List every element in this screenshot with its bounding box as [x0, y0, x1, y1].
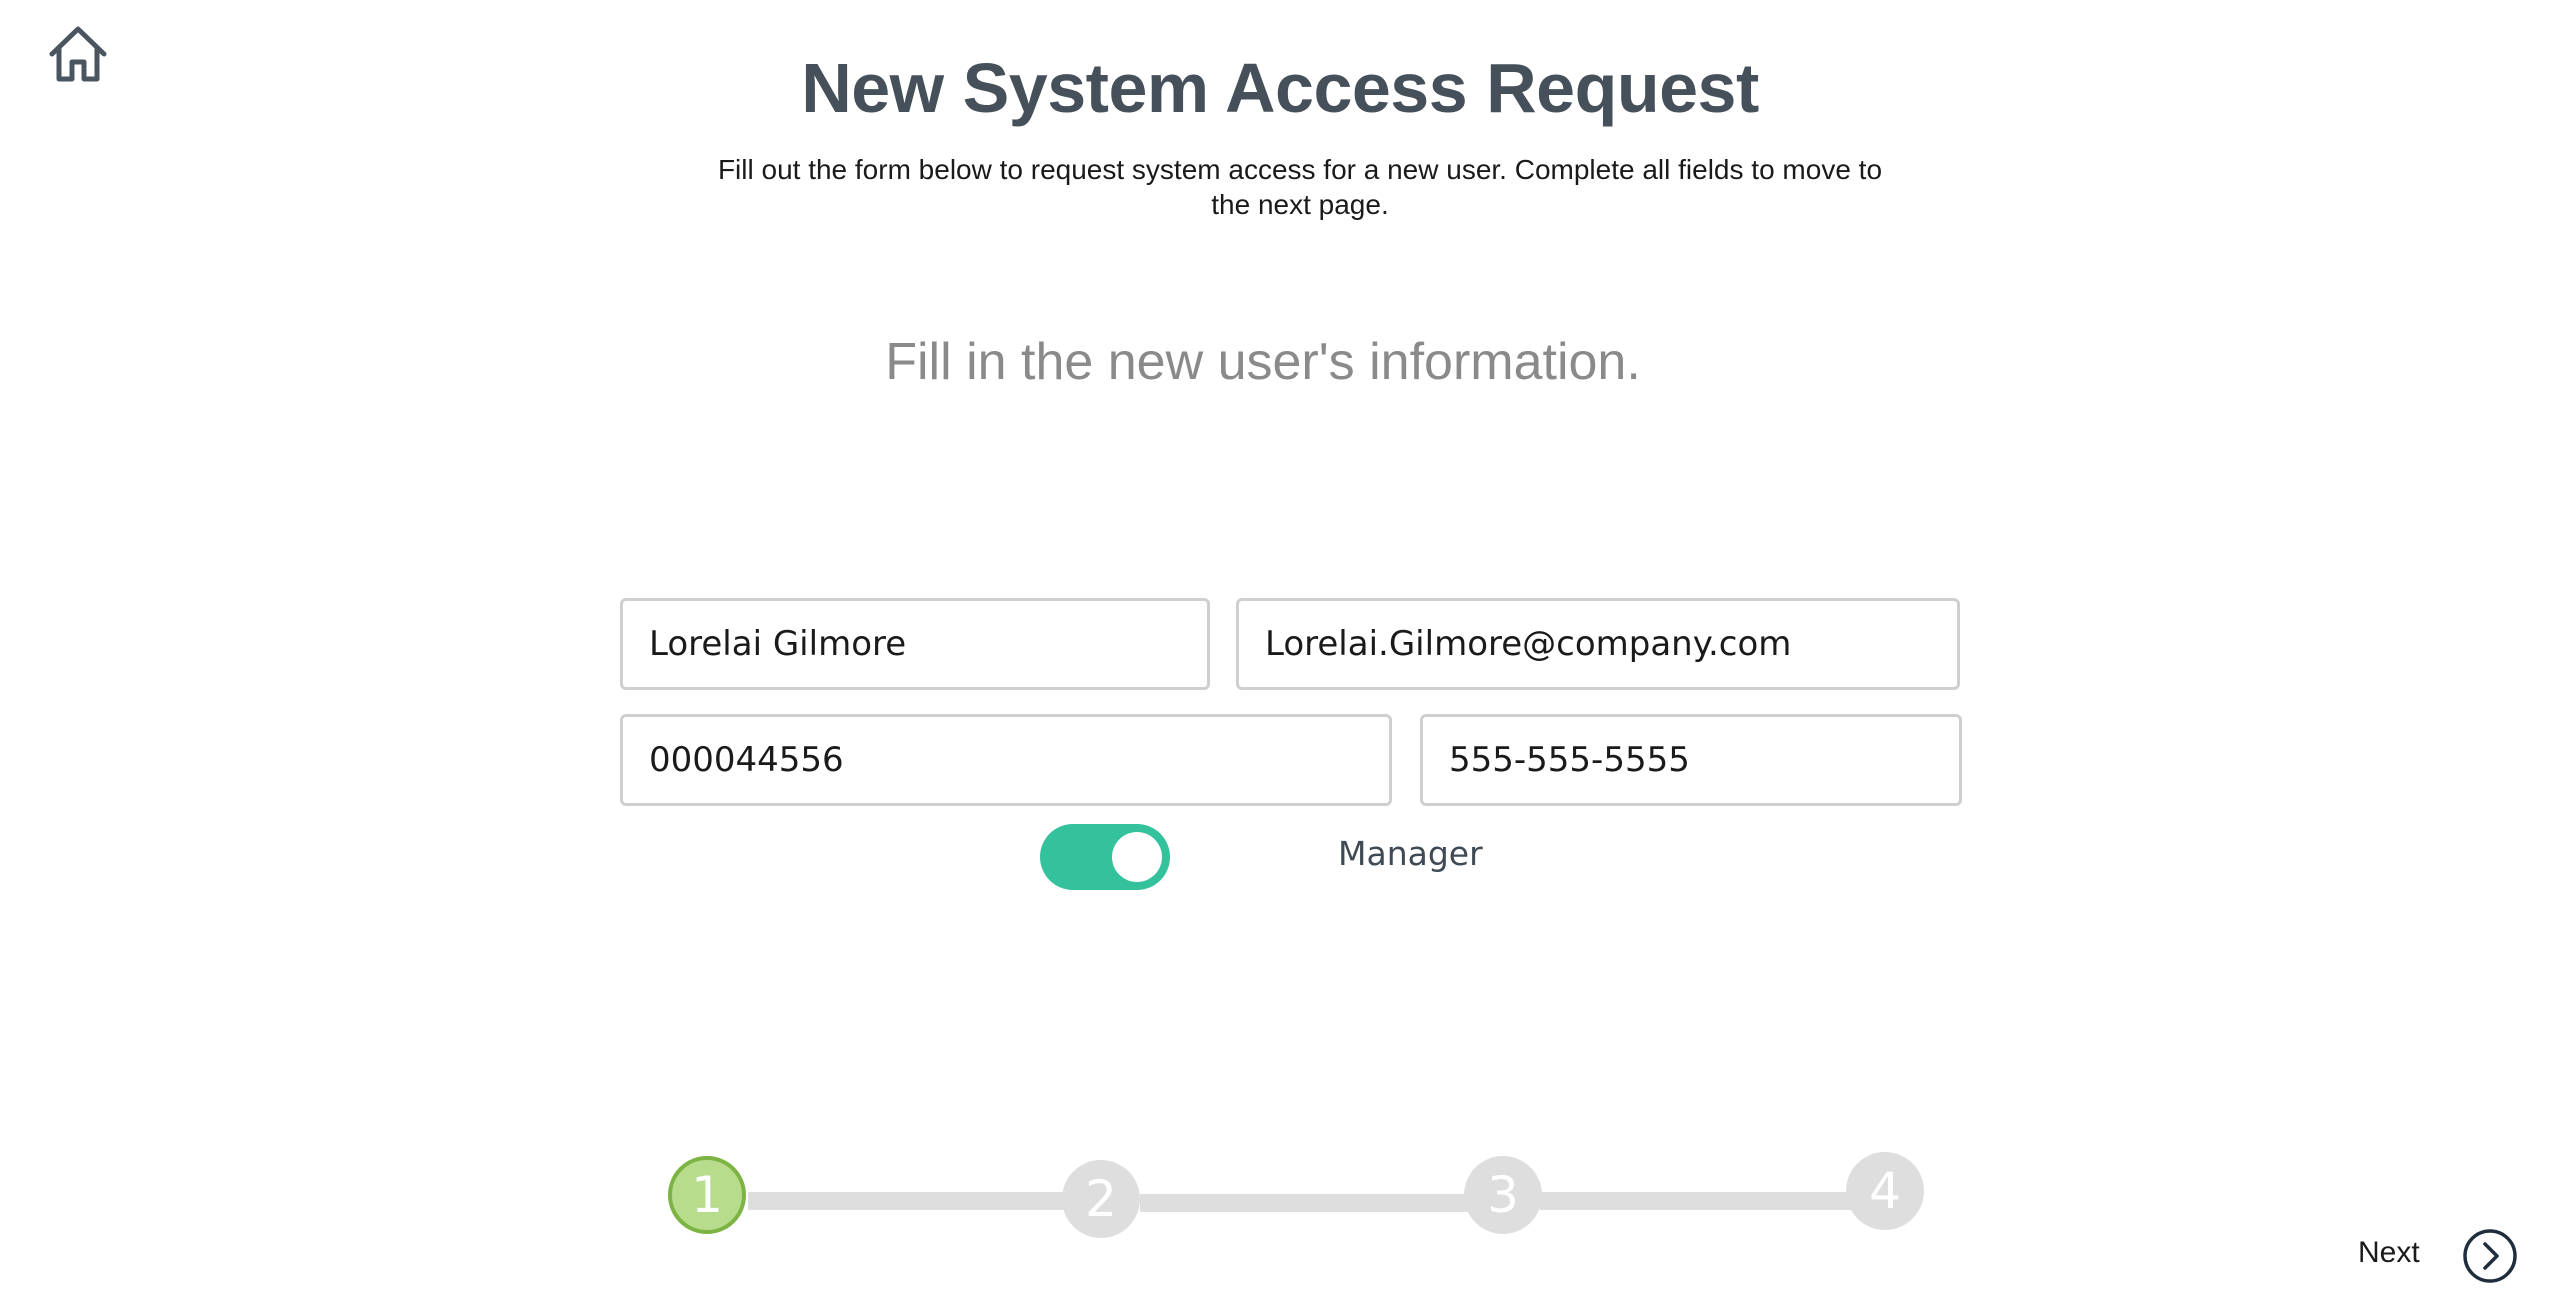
chevron-right-circle-icon — [2463, 1229, 2517, 1283]
next-button[interactable] — [2462, 1228, 2518, 1284]
full-name-input[interactable] — [620, 598, 1210, 690]
toggle-knob — [1112, 832, 1162, 882]
step-connector — [1140, 1194, 1470, 1212]
manager-toggle-label: Manager — [1338, 834, 1483, 873]
phone-input[interactable] — [1420, 714, 1962, 806]
step-connector — [748, 1192, 1068, 1210]
step-3[interactable]: 3 — [1464, 1156, 1542, 1234]
step-1[interactable]: 1 — [668, 1156, 746, 1234]
step-2[interactable]: 2 — [1062, 1160, 1140, 1238]
page-title: New System Access Request — [801, 49, 1759, 127]
employee-id-input[interactable] — [620, 714, 1392, 806]
manager-toggle[interactable] — [1040, 824, 1170, 890]
email-input[interactable] — [1236, 598, 1960, 690]
section-heading: Fill in the new user's information. — [885, 333, 1641, 391]
page-description: Fill out the form below to request syste… — [717, 154, 1883, 220]
step-4[interactable]: 4 — [1846, 1152, 1924, 1230]
step-connector — [1540, 1192, 1860, 1210]
next-label[interactable]: Next — [2358, 1236, 2420, 1270]
